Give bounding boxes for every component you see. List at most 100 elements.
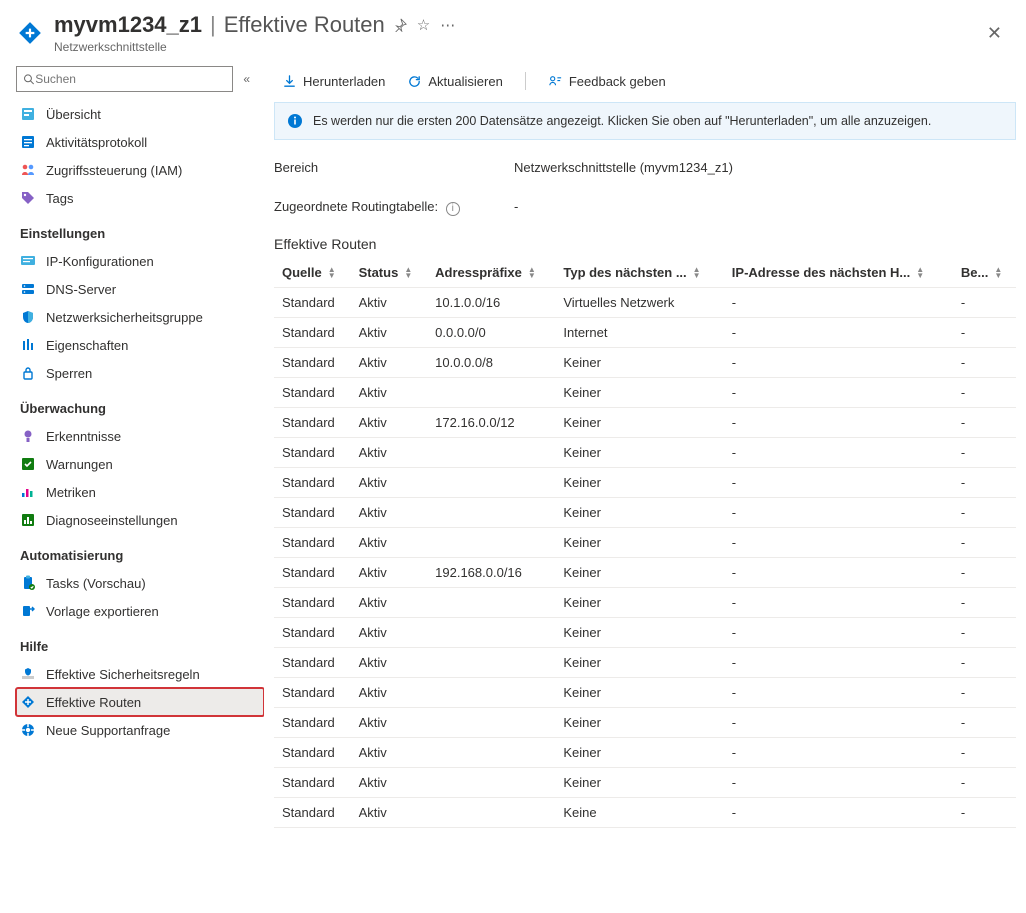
star-icon[interactable]: ☆ — [417, 16, 430, 34]
info-text: Es werden nur die ersten 200 Datensätze … — [313, 114, 931, 128]
cell-be: - — [953, 437, 1016, 467]
table-row[interactable]: StandardAktivKeine-- — [274, 797, 1016, 827]
table-row[interactable]: StandardAktiv172.16.0.0/12Keiner-- — [274, 407, 1016, 437]
cell-state: Aktiv — [351, 437, 428, 467]
sidebar-item-nsg[interactable]: Netzwerksicherheitsgruppe — [16, 303, 264, 331]
cell-ip: - — [724, 527, 953, 557]
table-row[interactable]: StandardAktiv0.0.0.0/0Internet-- — [274, 317, 1016, 347]
column-header[interactable]: Quelle▲▼ — [274, 258, 351, 288]
cell-prefix — [427, 527, 555, 557]
sidebar-item-locks[interactable]: Sperren — [16, 359, 264, 387]
sidebar-item-effroute[interactable]: Effektive Routen — [16, 688, 264, 716]
sidebar-item-insights[interactable]: Erkenntnisse — [16, 422, 264, 450]
info-bar: Es werden nur die ersten 200 Datensätze … — [274, 102, 1016, 140]
routing-table-label: Zugeordnete Routingtabelle: — [274, 199, 438, 214]
export-icon — [20, 603, 36, 619]
column-header[interactable]: Typ des nächsten ...▲▼ — [555, 258, 723, 288]
resource-icon — [16, 19, 44, 47]
table-row[interactable]: StandardAktivKeiner-- — [274, 737, 1016, 767]
sort-icon: ▲▼ — [994, 267, 1002, 279]
cell-state: Aktiv — [351, 767, 428, 797]
sidebar-group-überwachung: Überwachung — [16, 387, 264, 422]
table-row[interactable]: StandardAktivKeiner-- — [274, 527, 1016, 557]
table-row[interactable]: StandardAktivKeiner-- — [274, 467, 1016, 497]
alerts-icon — [20, 456, 36, 472]
column-header[interactable]: Adresspräfixe▲▼ — [427, 258, 555, 288]
download-button[interactable]: Herunterladen — [282, 74, 385, 89]
close-icon[interactable]: ✕ — [979, 19, 1010, 48]
cell-ip: - — [724, 317, 953, 347]
table-row[interactable]: StandardAktivKeiner-- — [274, 617, 1016, 647]
sidebar-item-props[interactable]: Eigenschaften — [16, 331, 264, 359]
cell-prefix — [427, 677, 555, 707]
cell-source: Standard — [274, 557, 351, 587]
sidebar-group-hilfe: Hilfe — [16, 625, 264, 660]
horizontal-scrollbar[interactable] — [274, 899, 1016, 911]
search-input[interactable] — [35, 72, 226, 86]
table-row[interactable]: StandardAktivKeiner-- — [274, 647, 1016, 677]
cell-state: Aktiv — [351, 467, 428, 497]
cell-source: Standard — [274, 767, 351, 797]
table-row[interactable]: StandardAktivKeiner-- — [274, 437, 1016, 467]
column-header[interactable]: IP-Adresse des nächsten H...▲▼ — [724, 258, 953, 288]
table-row[interactable]: StandardAktivKeiner-- — [274, 767, 1016, 797]
cell-ip: - — [724, 737, 953, 767]
sidebar-item-export[interactable]: Vorlage exportieren — [16, 597, 264, 625]
cell-prefix — [427, 707, 555, 737]
table-row[interactable]: StandardAktiv10.0.0.0/8Keiner-- — [274, 347, 1016, 377]
sidebar-item-iam[interactable]: Zugriffssteuerung (IAM) — [16, 156, 264, 184]
refresh-icon — [407, 74, 422, 89]
search-box[interactable] — [16, 66, 233, 92]
sidebar-item-activity[interactable]: Aktivitätsprotokoll — [16, 128, 264, 156]
feedback-icon — [548, 74, 563, 89]
cell-ip: - — [724, 617, 953, 647]
cell-prefix — [427, 437, 555, 467]
column-header[interactable]: Status▲▼ — [351, 258, 428, 288]
cell-be: - — [953, 587, 1016, 617]
column-label: Be... — [961, 265, 988, 280]
pin-icon[interactable] — [393, 18, 407, 32]
collapse-sidebar-icon[interactable]: « — [239, 68, 254, 90]
ipconfig-icon — [20, 253, 36, 269]
sidebar-item-dns[interactable]: DNS-Server — [16, 275, 264, 303]
table-row[interactable]: StandardAktivKeiner-- — [274, 377, 1016, 407]
cell-source: Standard — [274, 587, 351, 617]
sidebar-item-ipconfig[interactable]: IP-Konfigurationen — [16, 247, 264, 275]
sidebar-item-overview[interactable]: Übersicht — [16, 100, 264, 128]
table-row[interactable]: StandardAktivKeiner-- — [274, 677, 1016, 707]
sidebar-item-label: Sperren — [46, 366, 92, 381]
more-icon[interactable]: ⋯ — [440, 16, 455, 34]
sidebar-item-support[interactable]: Neue Supportanfrage — [16, 716, 264, 744]
locks-icon — [20, 365, 36, 381]
cell-source: Standard — [274, 707, 351, 737]
sidebar-item-diag[interactable]: Diagnoseeinstellungen — [16, 506, 264, 534]
page-title: Effektive Routen — [224, 12, 385, 38]
sidebar-item-alerts[interactable]: Warnungen — [16, 450, 264, 478]
refresh-button[interactable]: Aktualisieren — [407, 74, 502, 89]
page-header: myvm1234_z1 | Effektive Routen ☆ ⋯ Netzw… — [0, 0, 1026, 58]
table-row[interactable]: StandardAktiv10.1.0.0/16Virtuelles Netzw… — [274, 287, 1016, 317]
sidebar-item-label: Aktivitätsprotokoll — [46, 135, 147, 150]
sidebar-item-label: Netzwerksicherheitsgruppe — [46, 310, 203, 325]
sidebar-item-effsec[interactable]: Effektive Sicherheitsregeln — [16, 660, 264, 688]
table-row[interactable]: StandardAktivKeiner-- — [274, 497, 1016, 527]
cell-state: Aktiv — [351, 377, 428, 407]
sidebar-item-metrics[interactable]: Metriken — [16, 478, 264, 506]
cell-source: Standard — [274, 437, 351, 467]
table-row[interactable]: StandardAktivKeiner-- — [274, 707, 1016, 737]
cell-be: - — [953, 767, 1016, 797]
cell-hop: Keiner — [555, 557, 723, 587]
sidebar-item-tags[interactable]: Tags — [16, 184, 264, 212]
routes-table-wrap[interactable]: Quelle▲▼Status▲▼Adresspräfixe▲▼Typ des n… — [274, 258, 1016, 900]
info-hint-icon[interactable]: i — [446, 202, 460, 216]
iam-icon — [20, 162, 36, 178]
cell-source: Standard — [274, 647, 351, 677]
cell-be: - — [953, 347, 1016, 377]
table-row[interactable]: StandardAktiv192.168.0.0/16Keiner-- — [274, 557, 1016, 587]
cell-prefix — [427, 647, 555, 677]
sidebar-item-tasks[interactable]: Tasks (Vorschau) — [16, 569, 264, 597]
cell-state: Aktiv — [351, 497, 428, 527]
column-header[interactable]: Be... ▲▼ — [953, 258, 1016, 288]
feedback-button[interactable]: Feedback geben — [548, 74, 666, 89]
table-row[interactable]: StandardAktivKeiner-- — [274, 587, 1016, 617]
